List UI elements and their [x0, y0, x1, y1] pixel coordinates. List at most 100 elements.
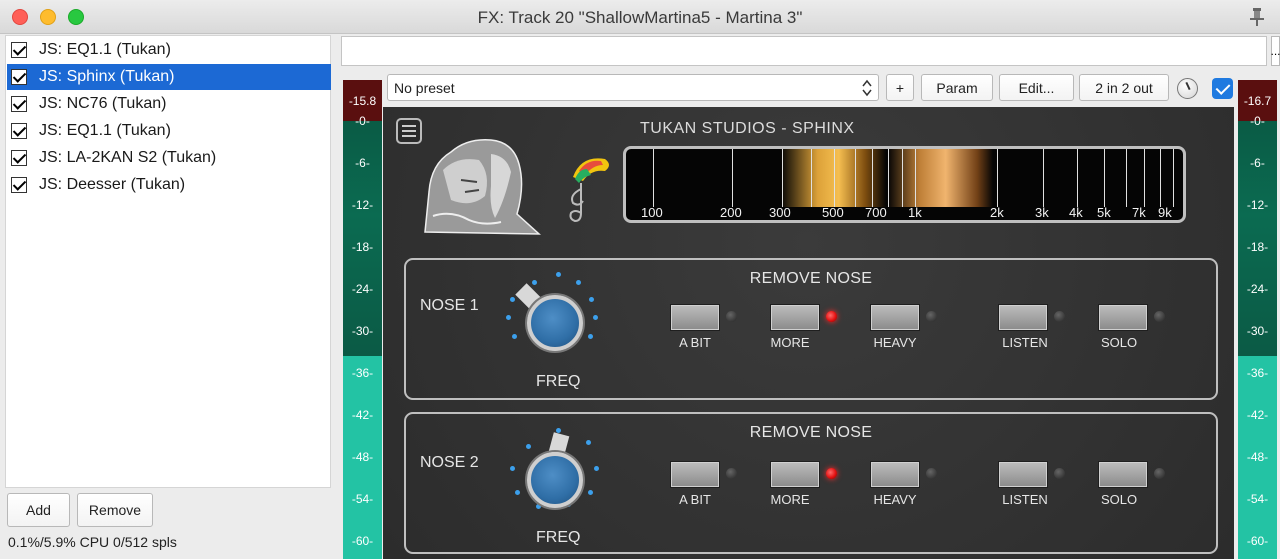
fx-item-label: JS: LA-2KAN S2 (Tukan) [39, 149, 217, 166]
fx-item-label: JS: EQ1.1 (Tukan) [39, 41, 171, 58]
meter-tick: -30- [1246, 324, 1269, 338]
freq-label: 2k [990, 205, 1004, 220]
meter-tick: -18- [351, 240, 374, 254]
nose-1-panel: REMOVE NOSE NOSE 1 FREQ A BIT MORE HEAVY… [404, 258, 1218, 400]
freq-label: 4k [1069, 205, 1083, 220]
heavy-label: HEAVY [873, 492, 917, 507]
freq-label: 1k [908, 205, 922, 220]
more-button[interactable] [770, 461, 820, 488]
meter-tick: -0- [1250, 114, 1265, 128]
bypass-checkbox-icon[interactable] [1212, 78, 1233, 99]
heavy-button[interactable] [870, 461, 920, 488]
freq-knob[interactable] [527, 452, 583, 508]
cpu-status: 0.1%/5.9% CPU 0/512 spls [8, 534, 177, 550]
checkbox-icon[interactable] [11, 177, 27, 193]
checkbox-icon[interactable] [11, 69, 27, 85]
remove-button[interactable]: Remove [77, 493, 153, 527]
add-button[interactable]: Add [7, 493, 70, 527]
toucan-note-logo [569, 158, 609, 223]
freq-label: 7k [1132, 205, 1146, 220]
fx-window: FX: Track 20 "ShallowMartina5 - Martina … [0, 0, 1280, 559]
meter-tick: -24- [351, 282, 374, 296]
panel-name: NOSE 1 [420, 297, 479, 314]
meter-tick: -30- [351, 324, 374, 338]
a-bit-label: A BIT [679, 335, 711, 350]
title-bar: FX: Track 20 "ShallowMartina5 - Martina … [0, 0, 1280, 34]
meter-tick: -6- [1250, 156, 1265, 170]
heavy-led [926, 311, 937, 322]
meter-tick: -42- [1246, 408, 1269, 422]
fx-item-label: JS: EQ1.1 (Tukan) [39, 122, 171, 139]
freq-label: FREQ [536, 529, 581, 546]
meter-tick: -12- [1246, 198, 1269, 212]
output-meter: -16.7 -0- -6- -12- -18- -24- -30- -36- -… [1238, 80, 1277, 559]
listen-button[interactable] [998, 461, 1048, 488]
solo-led [1154, 468, 1165, 479]
heavy-button[interactable] [870, 304, 920, 331]
fx-item-sphinx[interactable]: JS: Sphinx (Tukan) [7, 64, 331, 90]
solo-label: SOLO [1100, 335, 1138, 350]
menu-icon[interactable] [396, 118, 422, 144]
a-bit-led [726, 468, 737, 479]
meter-tick: -54- [1246, 492, 1269, 506]
freq-label: 500 [822, 205, 844, 220]
ellipsis-button[interactable]: ... [1271, 36, 1280, 66]
solo-button[interactable] [1098, 304, 1148, 331]
panel-name: NOSE 2 [420, 454, 479, 471]
preset-dropdown[interactable]: No preset [387, 74, 879, 101]
meter-tick: -48- [351, 450, 374, 464]
heavy-label: HEAVY [873, 335, 917, 350]
preset-value: No preset [394, 79, 455, 96]
meter-tick: -54- [351, 492, 374, 506]
fx-item-eq[interactable]: JS: EQ1.1 (Tukan) [7, 37, 331, 63]
freq-label: 700 [865, 205, 887, 220]
checkbox-icon[interactable] [11, 150, 27, 166]
freq-label: 100 [641, 205, 663, 220]
listen-led [1054, 311, 1065, 322]
meter-tick: -6- [355, 156, 370, 170]
fx-item-label: JS: NC76 (Tukan) [39, 95, 167, 112]
solo-led [1154, 311, 1165, 322]
plugin-brand-title: TUKAN STUDIOS - SPHINX [640, 120, 855, 137]
pin-icon[interactable] [1248, 7, 1266, 27]
a-bit-led [726, 311, 737, 322]
fx-item-nc76[interactable]: JS: NC76 (Tukan) [7, 91, 331, 117]
checkbox-icon[interactable] [11, 123, 27, 139]
meter-tick: -60- [351, 534, 374, 548]
param-button[interactable]: Param [921, 74, 993, 101]
checkbox-icon[interactable] [11, 42, 27, 58]
freq-label: 300 [769, 205, 791, 220]
listen-label: LISTEN [1002, 492, 1048, 507]
frequency-spectrum: 100 200 300 500 700 1k 2k 3k 4k 5k 7k 9k [623, 146, 1186, 223]
fx-item-eq-2[interactable]: JS: EQ1.1 (Tukan) [7, 118, 331, 144]
io-routing-button[interactable]: 2 in 2 out [1079, 74, 1169, 101]
listen-label: LISTEN [1002, 335, 1048, 350]
meter-tick: -18- [1246, 240, 1269, 254]
fx-item-label: JS: Deesser (Tukan) [39, 176, 186, 193]
checkbox-icon[interactable] [11, 96, 27, 112]
listen-button[interactable] [998, 304, 1048, 331]
meter-tick: -24- [1246, 282, 1269, 296]
a-bit-button[interactable] [670, 461, 720, 488]
more-label: MORE [770, 492, 810, 507]
fx-item-deesser[interactable]: JS: Deesser (Tukan) [7, 172, 331, 198]
meter-tick: -36- [1246, 366, 1269, 380]
a-bit-button[interactable] [670, 304, 720, 331]
nose-2-panel: REMOVE NOSE NOSE 2 FREQ A BIT MORE HEAVY… [404, 412, 1218, 554]
fx-item-la2kan[interactable]: JS: LA-2KAN S2 (Tukan) [7, 145, 331, 171]
freq-knob[interactable] [527, 295, 583, 351]
sphinx-logo [424, 139, 541, 235]
add-preset-button[interactable]: + [886, 74, 914, 101]
fx-chain-list[interactable]: JS: EQ1.1 (Tukan) JS: Sphinx (Tukan) JS:… [5, 35, 331, 488]
meter-tick: -42- [351, 408, 374, 422]
solo-button[interactable] [1098, 461, 1148, 488]
meter-tick: -48- [1246, 450, 1269, 464]
edit-button[interactable]: Edit... [999, 74, 1074, 101]
more-button[interactable] [770, 304, 820, 331]
wet-knob-icon[interactable] [1177, 78, 1198, 99]
fx-search-input[interactable] [341, 36, 1267, 66]
more-led [826, 311, 837, 322]
freq-label: 3k [1035, 205, 1049, 220]
freq-label: 5k [1097, 205, 1111, 220]
solo-label: SOLO [1100, 492, 1138, 507]
